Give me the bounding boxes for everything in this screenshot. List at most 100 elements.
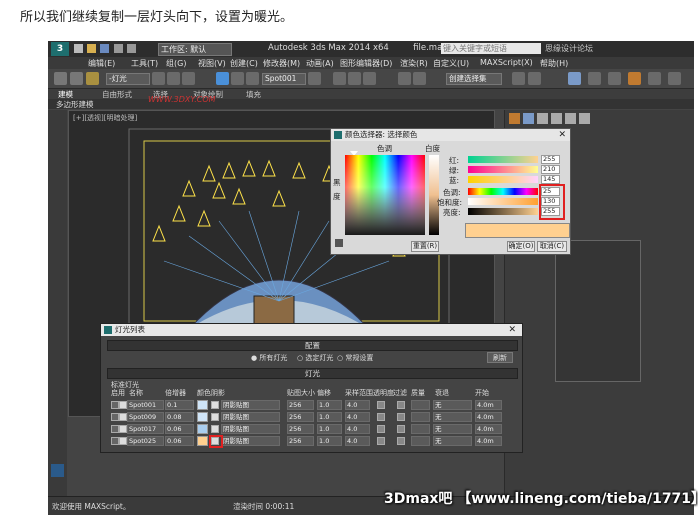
render-production-icon[interactable] <box>648 72 661 85</box>
multiplier-field[interactable]: 0.06 <box>165 436 194 446</box>
render-frame-icon[interactable] <box>608 72 621 85</box>
value-slider[interactable] <box>468 208 538 215</box>
viewcube-icon[interactable] <box>51 464 64 477</box>
quality-field[interactable] <box>411 424 430 434</box>
shadow-type-dropdown[interactable]: 阴影贴图 <box>221 436 280 446</box>
light-color-swatch[interactable] <box>197 400 208 410</box>
light-name-field[interactable]: Spot025 <box>127 436 164 446</box>
green-slider[interactable] <box>468 166 538 173</box>
shadow-type-dropdown[interactable]: 阴影贴图 <box>221 400 280 410</box>
display-tab-icon[interactable] <box>565 113 576 124</box>
map-size-field[interactable]: 256 <box>287 424 314 434</box>
bias-field[interactable]: 1.0 <box>317 400 342 410</box>
menu-item[interactable]: 组(G) <box>166 58 186 69</box>
map-size-field[interactable]: 256 <box>287 436 314 446</box>
bind-space-warp-icon[interactable] <box>86 72 99 85</box>
decay-dropdown[interactable]: 无 <box>433 424 472 434</box>
red-slider[interactable] <box>468 156 538 163</box>
decay-dropdown[interactable]: 无 <box>433 400 472 410</box>
filter-checkbox[interactable] <box>397 401 405 409</box>
start-field[interactable]: 4.0m <box>475 400 502 410</box>
bias-field[interactable]: 1.0 <box>317 424 342 434</box>
light-color-swatch[interactable] <box>197 424 208 434</box>
menu-item[interactable]: 视图(V) <box>198 58 226 69</box>
shadow-type-dropdown[interactable]: 阴影贴图 <box>221 424 280 434</box>
motion-tab-icon[interactable] <box>551 113 562 124</box>
enable-checkbox[interactable] <box>119 413 127 421</box>
lights-section-header[interactable]: 灯光 <box>107 368 518 379</box>
move-icon[interactable] <box>216 72 229 85</box>
unlink-icon[interactable] <box>70 72 83 85</box>
mirror-icon[interactable] <box>398 72 411 85</box>
filter-checkbox[interactable] <box>397 425 405 433</box>
menu-item[interactable]: 工具(T) <box>131 58 158 69</box>
menu-item[interactable]: 图形编辑器(D) <box>340 58 392 69</box>
hierarchy-tab-icon[interactable] <box>537 113 548 124</box>
decay-dropdown[interactable]: 无 <box>433 436 472 446</box>
modify-tab-icon[interactable] <box>523 113 534 124</box>
red-value[interactable]: 255 <box>541 155 560 164</box>
app-logo-icon[interactable]: 3 <box>51 42 69 56</box>
eyedropper-icon[interactable] <box>335 239 343 247</box>
create-tab-icon[interactable] <box>509 113 520 124</box>
help-search-input[interactable]: 键入关键字或短语 <box>441 43 541 54</box>
transparency-checkbox[interactable] <box>377 437 385 445</box>
open-file-icon[interactable] <box>87 44 96 53</box>
start-field[interactable]: 4.0m <box>475 436 502 446</box>
ok-button[interactable]: 确定(O) <box>507 241 535 252</box>
map-size-field[interactable]: 256 <box>287 412 314 422</box>
snap-icon[interactable] <box>333 72 346 85</box>
reset-button[interactable]: 重置(R) <box>411 241 439 252</box>
menu-item[interactable]: MAXScript(X) <box>480 58 533 67</box>
refresh-button[interactable]: 刷新 <box>487 352 513 363</box>
pivot-icon[interactable] <box>308 72 321 85</box>
named-selection-sets-dropdown[interactable]: 创建选择集 <box>446 73 502 85</box>
filter-checkbox[interactable] <box>397 413 405 421</box>
percent-snap-icon[interactable] <box>363 72 376 85</box>
render-setup-icon[interactable] <box>588 72 601 85</box>
blue-slider[interactable] <box>468 176 538 183</box>
shadow-type-dropdown[interactable]: 阴影贴图 <box>221 412 280 422</box>
map-size-field[interactable]: 256 <box>287 400 314 410</box>
select-light-button[interactable] <box>111 425 119 433</box>
render-iterative-icon[interactable] <box>668 72 681 85</box>
select-by-name-icon[interactable] <box>167 72 180 85</box>
sample-range-field[interactable]: 4.0 <box>345 412 370 422</box>
undo-icon[interactable] <box>114 44 123 53</box>
transparency-checkbox[interactable] <box>377 413 385 421</box>
scale-icon[interactable] <box>246 72 259 85</box>
enable-checkbox[interactable] <box>119 425 127 433</box>
sample-range-field[interactable]: 4.0 <box>345 400 370 410</box>
menu-item[interactable]: 帮助(H) <box>540 58 568 69</box>
bias-field[interactable]: 1.0 <box>317 412 342 422</box>
whiteness-bar[interactable] <box>429 155 439 235</box>
menu-item[interactable]: 动画(A) <box>306 58 334 69</box>
green-value[interactable]: 210 <box>541 165 560 174</box>
quality-field[interactable] <box>411 436 430 446</box>
menu-item[interactable]: 渲染(R) <box>400 58 428 69</box>
shadow-checkbox[interactable] <box>211 401 219 409</box>
new-file-icon[interactable] <box>74 44 83 53</box>
option-selected-lights[interactable]: ○ 选定灯光 <box>297 353 333 363</box>
start-field[interactable]: 4.0m <box>475 412 502 422</box>
maxscript-listener[interactable]: 欢迎使用 MAXScript。 <box>52 501 130 512</box>
ribbon-subtitle[interactable]: 多边形建模 <box>56 99 94 110</box>
sample-range-field[interactable]: 4.0 <box>345 436 370 446</box>
align-icon[interactable] <box>413 72 426 85</box>
transparency-checkbox[interactable] <box>377 401 385 409</box>
cancel-button[interactable]: 取消(C) <box>537 241 567 252</box>
utilities-tab-icon[interactable] <box>579 113 590 124</box>
filter-checkbox[interactable] <box>397 437 405 445</box>
saturation-slider[interactable] <box>468 198 538 205</box>
light-name-field[interactable]: Spot001 <box>127 400 164 410</box>
select-object-icon[interactable] <box>152 72 165 85</box>
enable-checkbox[interactable] <box>119 401 127 409</box>
menu-item[interactable]: 修改器(M) <box>263 58 300 69</box>
select-light-button[interactable] <box>111 401 119 409</box>
curve-editor-icon[interactable] <box>512 72 525 85</box>
selection-filter-dropdown[interactable]: -灯光 <box>106 73 150 85</box>
enable-checkbox[interactable] <box>119 437 127 445</box>
close-icon[interactable]: ✕ <box>558 129 566 141</box>
schematic-view-icon[interactable] <box>528 72 541 85</box>
color-picker-titlebar[interactable]: 颜色选择器: 选择颜色 ✕ <box>331 129 570 141</box>
